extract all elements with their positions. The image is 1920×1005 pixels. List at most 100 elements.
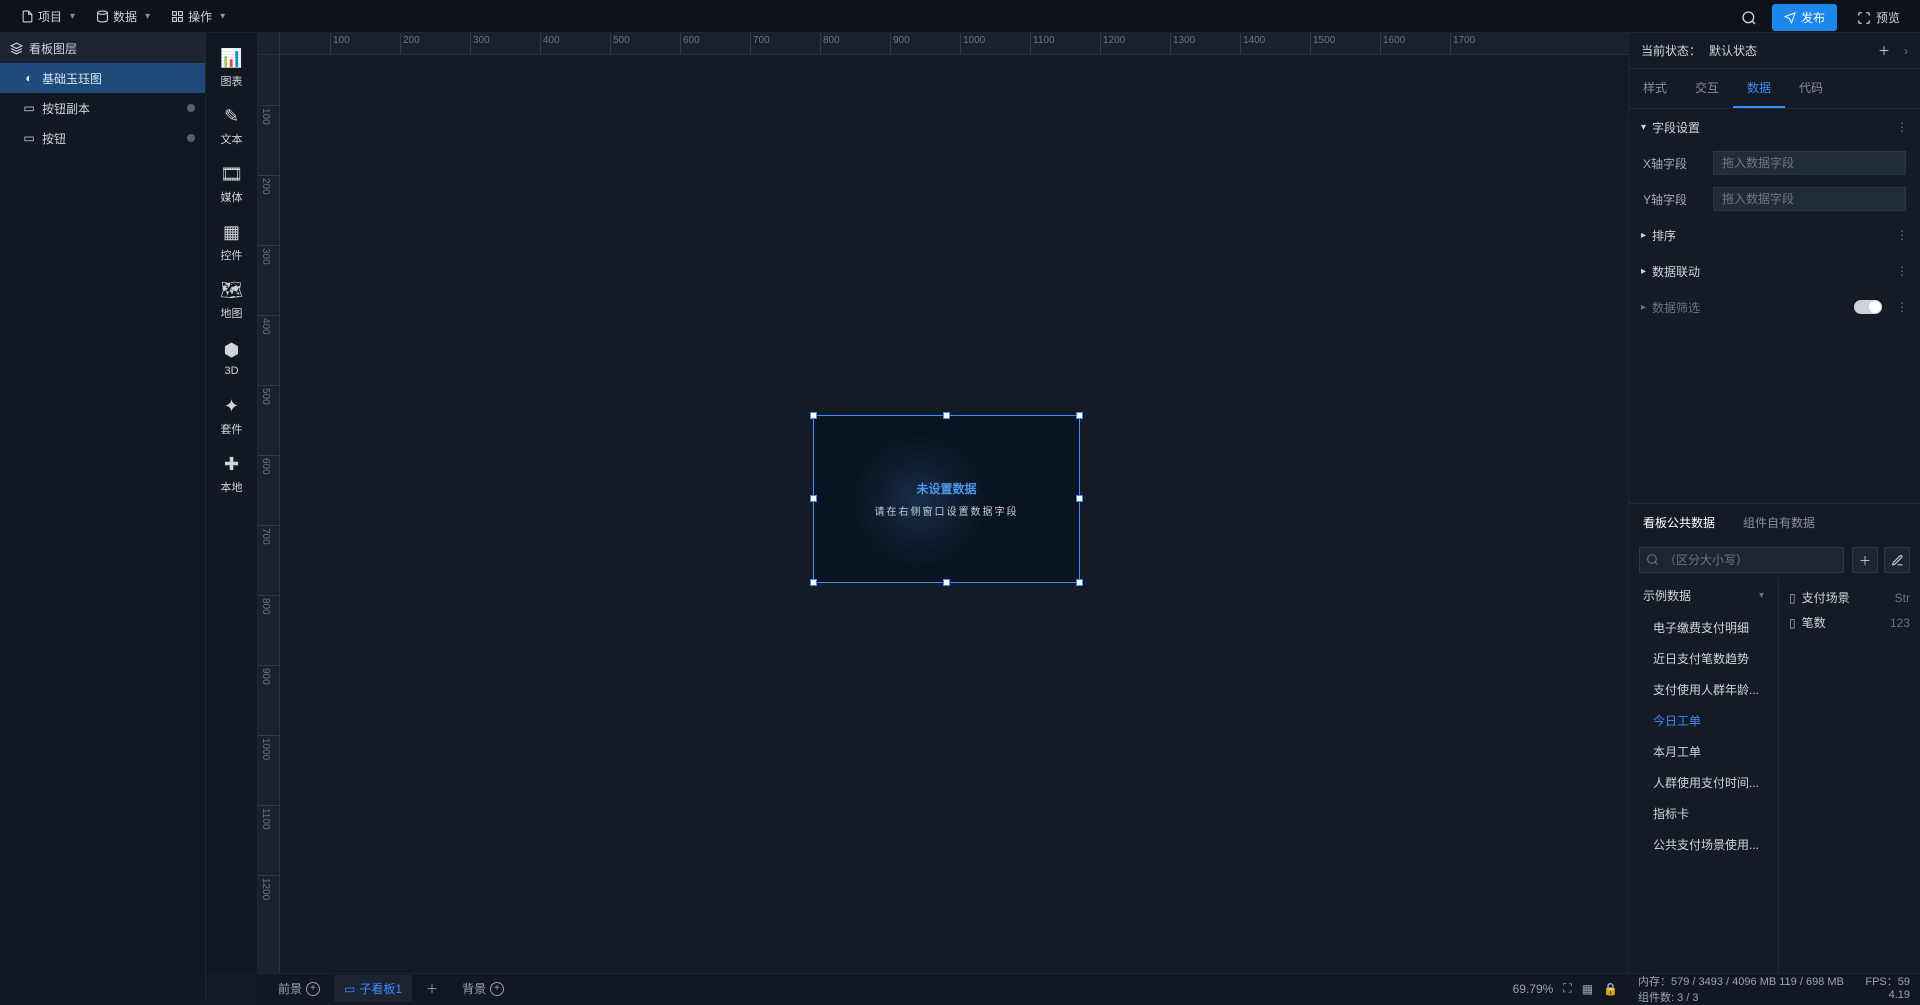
plus-circle-icon[interactable]: + — [490, 982, 504, 996]
resize-handle-s[interactable] — [943, 579, 950, 586]
chevron-down-icon: ▾ — [70, 11, 75, 22]
comp-label: 套件 — [221, 421, 243, 437]
ruler-vertical: 100200300400500600700800900100011001200 — [258, 55, 280, 973]
tab-label: 子看板1 — [359, 980, 402, 997]
tab-data[interactable]: 数据 — [1733, 69, 1785, 108]
publish-label: 发布 — [1801, 9, 1825, 26]
data-search-input[interactable] — [1639, 547, 1844, 573]
chevron-down-icon: ▾ — [1641, 122, 1646, 133]
comp-media[interactable]: 🎞媒体 — [206, 155, 258, 213]
chevron-right-icon: ▸ — [1641, 266, 1646, 277]
y-axis-field-row: Y轴字段 — [1629, 181, 1920, 217]
status-bar: 内存：579 / 3493 / 4096 MB 119 / 698 MB FPS… — [1628, 973, 1920, 1003]
layers-panel: 看板图层 ◐ 基础玉珏图 ▭ 按钮副本 ▭ 按钮 — [0, 33, 206, 1003]
section-sort[interactable]: ▸ 排序 ⋮ — [1629, 217, 1920, 253]
plus-circle-icon[interactable]: + — [306, 982, 320, 996]
menu-operations-label: 操作 — [188, 8, 212, 25]
data-tree-item[interactable]: 支付使用人群年龄... — [1629, 674, 1778, 705]
add-data-button[interactable]: ＋ — [1852, 547, 1878, 573]
grid-icon[interactable]: ▦ — [1582, 982, 1593, 996]
chevron-down-icon: ▾ — [145, 11, 150, 22]
button-icon: ▭ — [22, 101, 36, 115]
search-icon — [1741, 10, 1757, 26]
comp-chart[interactable]: 📊图表 — [206, 39, 258, 97]
ruler-tick: 800 — [258, 595, 279, 665]
layer-item-button-copy[interactable]: ▭ 按钮副本 — [0, 93, 205, 123]
data-field-row[interactable]: ▯ 笔数 123 — [1789, 610, 1910, 635]
tab-child-board[interactable]: ▭ 子看板1 — [334, 975, 412, 1002]
data-field-row[interactable]: ▯ 支付场景 Str — [1789, 585, 1910, 610]
widget-empty-subtitle: 请在右侧窗口设置数据字段 — [875, 503, 1019, 518]
menu-project[interactable]: 项目 ▾ — [10, 0, 85, 33]
section-fields[interactable]: ▾ 字段设置 ⋮ — [1629, 109, 1920, 145]
ruler-tick: 400 — [258, 315, 279, 385]
resize-handle-se[interactable] — [1076, 579, 1083, 586]
canvas-area[interactable]: 1002003004005006007008009001000110012001… — [258, 33, 1628, 973]
tab-interaction[interactable]: 交互 — [1681, 69, 1733, 108]
tab-code[interactable]: 代码 — [1785, 69, 1837, 108]
comp-label: 媒体 — [221, 189, 243, 205]
selected-widget[interactable]: 未设置数据 请在右侧窗口设置数据字段 — [813, 415, 1080, 583]
ruler-tick: 200 — [258, 175, 279, 245]
comp-control[interactable]: ▦控件 — [206, 213, 258, 271]
field-type: 123 — [1890, 616, 1910, 630]
more-icon[interactable]: ⋮ — [1896, 228, 1908, 242]
search-button[interactable] — [1736, 5, 1762, 31]
publish-button[interactable]: 发布 — [1772, 4, 1837, 31]
bottom-tab-bar: 前景 + ▭ 子看板1 ＋ 背景 + 69.79% ⛶ ▦ 🔒 — [258, 973, 1628, 1003]
tab-style[interactable]: 样式 — [1629, 69, 1681, 108]
fit-icon[interactable]: ⛶ — [1563, 981, 1571, 996]
comp-kit[interactable]: ✦套件 — [206, 387, 258, 445]
state-label: 当前状态： — [1641, 42, 1701, 59]
comp-3d[interactable]: ⬢3D — [206, 329, 258, 387]
comp-label: 控件 — [221, 247, 243, 263]
data-tree-item[interactable]: 今日工单 — [1629, 705, 1778, 736]
section-filter[interactable]: ▸ 数据筛选 ⋮ — [1629, 289, 1920, 325]
tab-background[interactable]: 背景 + — [452, 975, 514, 1002]
layer-item-button[interactable]: ▭ 按钮 — [0, 123, 205, 153]
resize-handle-e[interactable] — [1076, 495, 1083, 502]
comp-text[interactable]: ✎文本 — [206, 97, 258, 155]
tab-foreground[interactable]: 前景 + — [268, 975, 330, 1002]
add-state-button[interactable]: ＋ — [1878, 42, 1890, 59]
filter-toggle[interactable] — [1854, 300, 1882, 314]
data-tree-item[interactable]: 近日支付笔数趋势 — [1629, 643, 1778, 674]
section-link[interactable]: ▸ 数据联动 ⋮ — [1629, 253, 1920, 289]
more-icon[interactable]: ⋮ — [1896, 120, 1908, 134]
more-icon[interactable]: ⋮ — [1896, 300, 1908, 314]
version: 4.19 — [1889, 989, 1910, 1005]
database-icon — [95, 9, 109, 23]
more-icon[interactable]: ⋮ — [1896, 264, 1908, 278]
data-tree-item[interactable]: 人群使用支付时间... — [1629, 767, 1778, 798]
ruler-tick: 1500 — [1310, 33, 1380, 54]
lock-icon[interactable]: 🔒 — [1603, 982, 1618, 996]
tab-component-data[interactable]: 组件自有数据 — [1729, 504, 1829, 541]
add-tab-button[interactable]: ＋ — [416, 975, 448, 1002]
preview-button[interactable]: 预览 — [1847, 4, 1910, 31]
tab-public-data[interactable]: 看板公共数据 — [1629, 504, 1729, 541]
resize-handle-nw[interactable] — [810, 412, 817, 419]
resize-handle-w[interactable] — [810, 495, 817, 502]
comp-local[interactable]: ✚本地 — [206, 445, 258, 503]
y-axis-field-input[interactable] — [1713, 187, 1906, 211]
data-tree-item[interactable]: 本月工单 — [1629, 736, 1778, 767]
resize-handle-sw[interactable] — [810, 579, 817, 586]
state-value: 默认状态 — [1709, 42, 1757, 59]
layer-item-chart[interactable]: ◐ 基础玉珏图 — [0, 63, 205, 93]
data-tree-item[interactable]: 电子缴费支付明细 — [1629, 612, 1778, 643]
layer-label: 按钮副本 — [42, 100, 90, 117]
data-tree-item[interactable]: 公共支付场景使用... — [1629, 829, 1778, 860]
component-count: 组件数: 3 / 3 — [1638, 989, 1699, 1005]
edit-data-button[interactable] — [1884, 547, 1910, 573]
menu-operations[interactable]: 操作 ▾ — [160, 0, 235, 33]
comp-map[interactable]: 🗺地图 — [206, 271, 258, 329]
properties-panel: 当前状态： 默认状态 ＋ › 样式 交互 数据 代码 ▾ 字段设置 ⋮ X轴字段… — [1628, 33, 1920, 973]
resize-handle-ne[interactable] — [1076, 412, 1083, 419]
column-icon: ▯ — [1789, 591, 1796, 605]
resize-handle-n[interactable] — [943, 412, 950, 419]
ruler-tick: 1100 — [258, 805, 279, 875]
data-tree-item[interactable]: 指标卡 — [1629, 798, 1778, 829]
x-axis-field-input[interactable] — [1713, 151, 1906, 175]
menu-data[interactable]: 数据 ▾ — [85, 0, 160, 33]
data-tree-header[interactable]: 示例数据 ▾ — [1629, 579, 1778, 612]
